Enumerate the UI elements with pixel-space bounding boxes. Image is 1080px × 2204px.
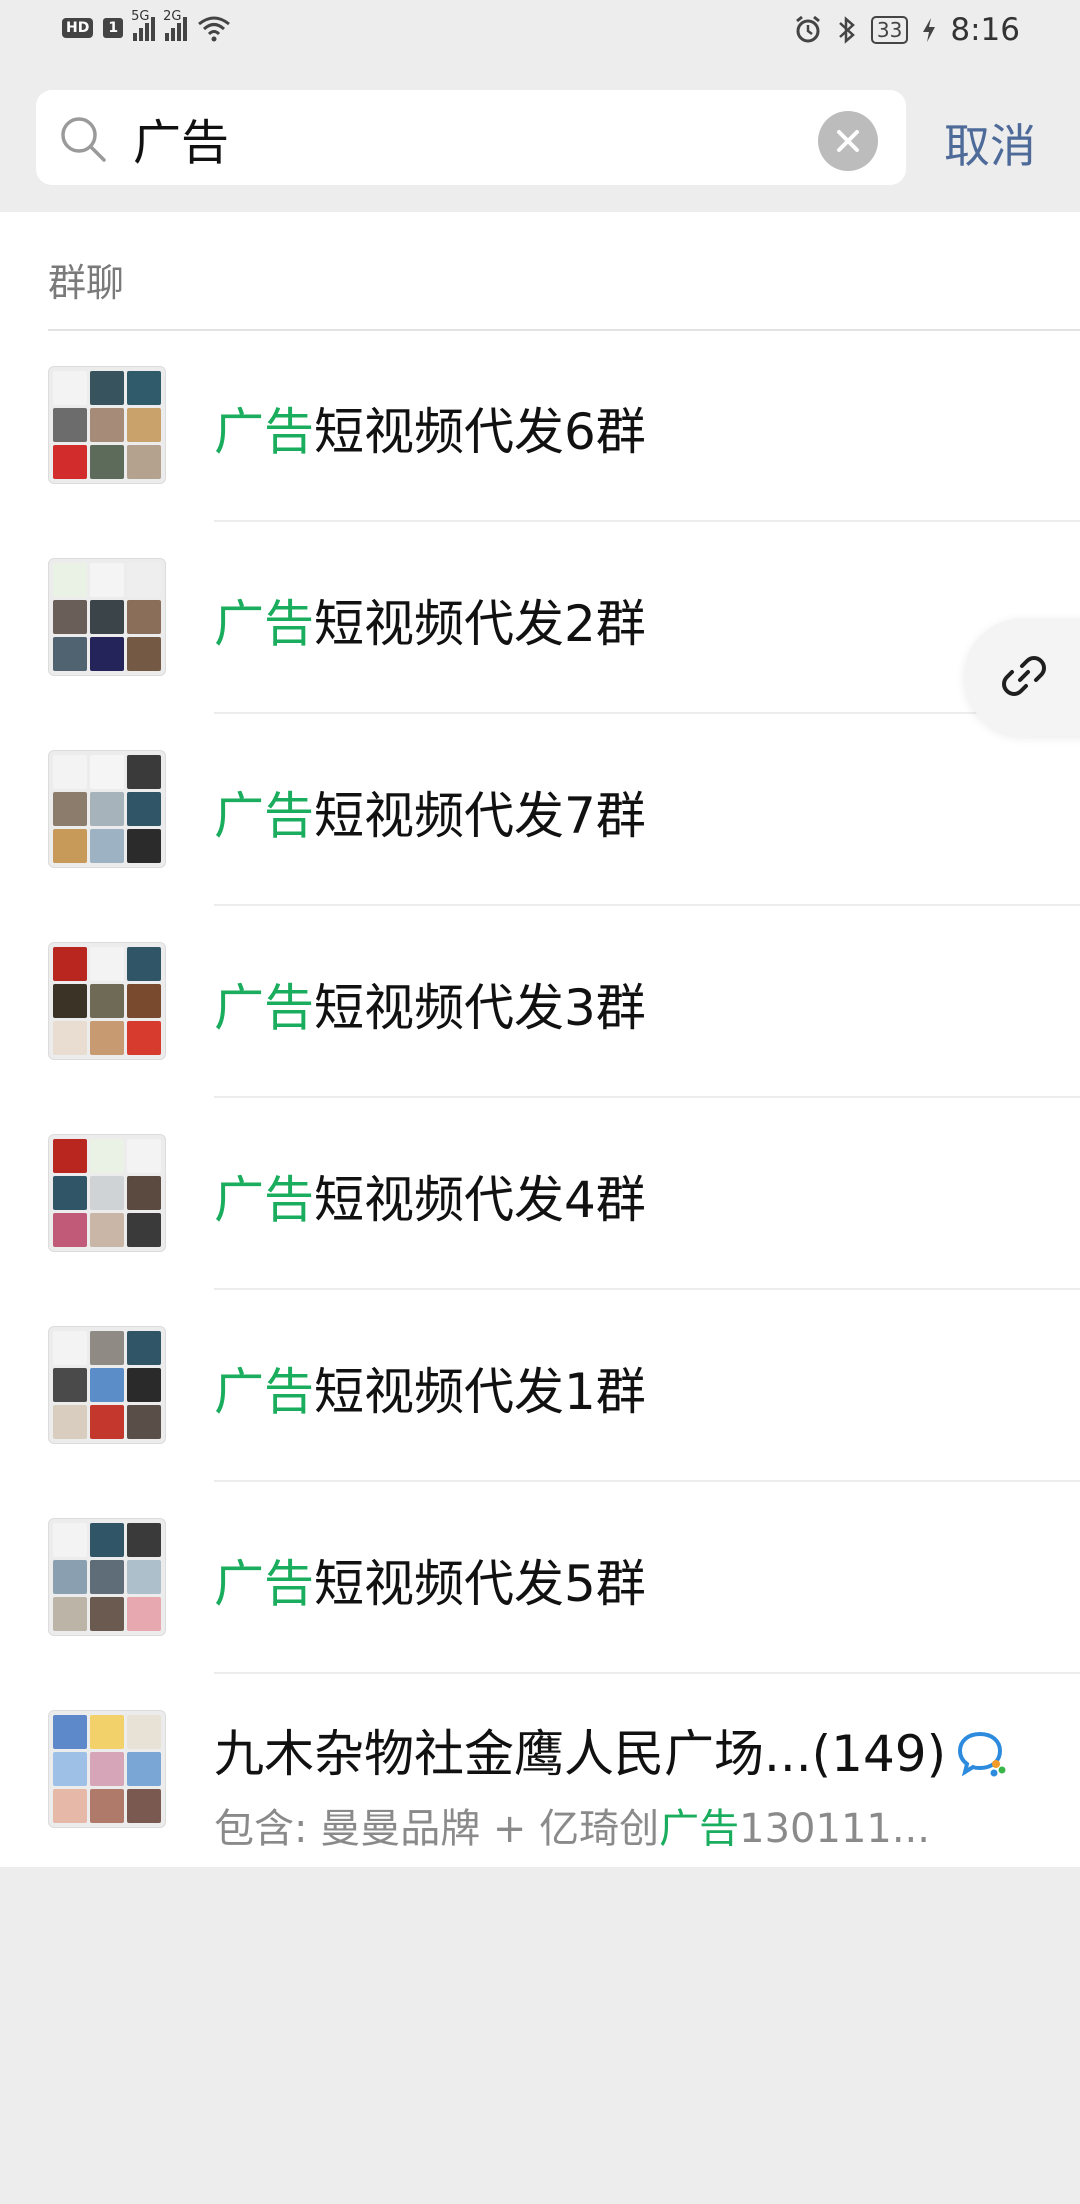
battery-level: 33 [870, 16, 909, 44]
group-chat-name-rest: 短视频代发3群 [314, 979, 646, 1037]
match-highlight: 广告 [214, 403, 314, 461]
group-chat-row[interactable]: 广告短视频代发3群 [0, 906, 1080, 1098]
clock: 8:16 [950, 12, 1020, 48]
group-avatar [48, 558, 166, 676]
charging-icon [923, 18, 936, 42]
group-avatar [48, 366, 166, 484]
group-avatar [48, 1326, 166, 1444]
group-chat-name-rest: 短视频代发6群 [314, 403, 646, 461]
search-input[interactable] [131, 104, 835, 172]
group-chat-row[interactable]: 广告短视频代发5群 [0, 1482, 1080, 1674]
group-avatar [48, 942, 166, 1060]
wifi-icon [198, 16, 231, 42]
signal-5g-icon: 5G [131, 9, 156, 41]
match-highlight: 广告 [214, 595, 314, 653]
work-chat-icon [958, 1731, 1006, 1776]
signal-5g-label: 5G [131, 9, 150, 24]
group-chat-row[interactable]: 广告短视频代发2群 [0, 522, 1080, 714]
group-chat-name: 广告短视频代发1群 [214, 1352, 646, 1424]
group-chat-name: 广告短视频代发6群 [214, 392, 646, 464]
status-right: 33 8:16 [793, 12, 1020, 48]
group-chat-row[interactable]: 广告短视频代发7群 [0, 714, 1080, 906]
group-chat-members: 包含: 曼曼品牌 + 亿琦创广告130111... [214, 1796, 930, 1854]
group-chat-row[interactable]: 广告短视频代发4群 [0, 1098, 1080, 1290]
group-avatar [48, 1710, 166, 1828]
match-highlight: 广告 [214, 1171, 314, 1229]
signal-2g-icon: 2G [163, 9, 188, 41]
group-avatar [48, 1518, 166, 1636]
search-results: 群聊 广告短视频代发6群 广告短视频代发2群 广告短视频代发7群 广告短视频代发… [0, 212, 1080, 1867]
link-icon [1002, 656, 1046, 696]
sim-indicator: 1 [103, 18, 124, 38]
cancel-button[interactable]: 取消 [944, 110, 1036, 176]
group-chat-name: 九木杂物社金鹰人民广场...(149) [214, 1714, 1008, 1786]
group-chat-title: 九木杂物社金鹰人民广场...(149) [214, 1725, 947, 1783]
alarm-icon [795, 15, 820, 43]
match-highlight: 广告 [659, 1806, 740, 1852]
floating-link-button[interactable] [964, 618, 1080, 736]
group-chat-name: 广告短视频代发5群 [214, 1544, 646, 1616]
group-chat-name-rest: 短视频代发4群 [314, 1171, 646, 1229]
group-chat-row[interactable]: 广告短视频代发1群 [0, 1290, 1080, 1482]
signal-2g-label: 2G [163, 9, 182, 24]
group-chat-name-rest: 短视频代发5群 [314, 1555, 646, 1613]
members-suffix: 130111... [739, 1806, 930, 1852]
members-prefix: 包含: 曼曼品牌 + 亿琦创 [214, 1806, 660, 1852]
status-bar: HD 1 5G 2G 33 8:16 [0, 0, 1080, 70]
group-chat-name: 广告短视频代发2群 [214, 584, 646, 656]
group-chat-name: 广告短视频代发4群 [214, 1160, 646, 1232]
clear-search-button[interactable] [818, 111, 878, 171]
section-title-group-chats: 群聊 [48, 261, 125, 305]
search-icon [61, 117, 106, 162]
match-highlight: 广告 [214, 979, 314, 1037]
search-box[interactable] [36, 90, 906, 185]
search-header: 取消 [0, 70, 1080, 212]
hd-indicator: HD [62, 18, 94, 38]
match-highlight: 广告 [214, 1555, 314, 1613]
match-highlight: 广告 [214, 1363, 314, 1421]
group-chat-name: 广告短视频代发7群 [214, 776, 646, 848]
group-chat-name-rest: 短视频代发1群 [314, 1363, 646, 1421]
close-icon [837, 130, 859, 152]
group-avatar [48, 750, 166, 868]
group-chat-name: 广告短视频代发3群 [214, 968, 646, 1040]
group-chat-name-rest: 短视频代发7群 [314, 787, 646, 845]
bluetooth-icon [839, 16, 855, 44]
group-chat-row[interactable]: 广告短视频代发6群 [0, 330, 1080, 522]
group-chat-row[interactable]: 九木杂物社金鹰人民广场...(149) 包含: 曼曼品牌 + 亿琦创广告1301… [0, 1674, 1080, 1866]
group-avatar [48, 1134, 166, 1252]
group-chat-name-rest: 短视频代发2群 [314, 595, 646, 653]
status-left: HD 1 5G 2G [62, 9, 231, 42]
match-highlight: 广告 [214, 787, 314, 845]
